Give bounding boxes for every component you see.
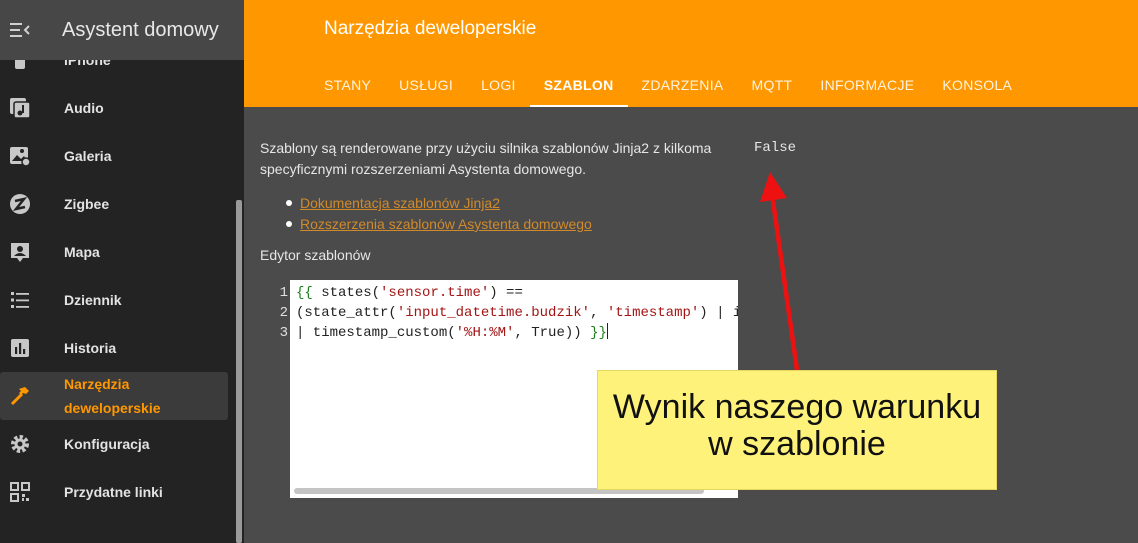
sidebar-header: Asystent domowy xyxy=(0,0,244,60)
jinja2-docs-link[interactable]: Dokumentacja szablonów Jinja2 xyxy=(300,195,500,211)
zigbee-icon xyxy=(0,180,40,228)
app-title: Asystent domowy xyxy=(62,18,219,41)
tab-konsola[interactable]: KONSOLA xyxy=(928,62,1026,107)
tab-stany[interactable]: STANY xyxy=(310,62,385,107)
sidebar-item-historia[interactable]: Historia xyxy=(0,324,236,372)
image-album-icon xyxy=(0,132,40,180)
tab-logi[interactable]: LOGI xyxy=(467,62,530,107)
sidebar: iPhone Audio Galeria Zigbee Mapa Dzienni… xyxy=(0,0,244,543)
sidebar-item-audio[interactable]: Audio xyxy=(0,84,236,132)
sidebar-scrollbar[interactable] xyxy=(236,200,242,543)
sidebar-item-zigbee[interactable]: Zigbee xyxy=(0,180,236,228)
ha-extensions-link[interactable]: Rozszerzenia szablonów Asystenta domoweg… xyxy=(300,216,592,232)
sidebar-item-label: Historia xyxy=(64,340,117,356)
docs-links: Dokumentacja szablonów Jinja2 Rozszerzen… xyxy=(286,193,592,235)
menu-collapse-icon[interactable] xyxy=(0,0,40,60)
sidebar-item-label: Narzędzia deweloperskie xyxy=(64,376,161,416)
music-note-icon xyxy=(0,84,40,132)
tab-szablon[interactable]: SZABLON xyxy=(529,62,628,107)
qrcode-icon xyxy=(0,468,40,516)
line-number: 3 xyxy=(279,325,288,341)
template-code[interactable]: {{ states('sensor.time') == (state_attr(… xyxy=(296,283,738,343)
top-bar: Narzędzia deweloperskie STANY USŁUGI LOG… xyxy=(244,0,1138,107)
tab-informacje[interactable]: INFORMACJE xyxy=(806,62,928,107)
sidebar-item-konfiguracja[interactable]: Konfiguracja xyxy=(0,420,236,468)
sidebar-item-label: Dziennik xyxy=(64,292,122,308)
sidebar-item-narzedzia-deweloperskie[interactable]: Narzędzia deweloperskie xyxy=(0,372,228,420)
sidebar-item-label: Konfiguracja xyxy=(64,436,150,452)
list-item: Rozszerzenia szablonów Asystenta domoweg… xyxy=(286,214,592,235)
sidebar-item-label: Zigbee xyxy=(64,196,110,212)
sidebar-item-label: Audio xyxy=(64,100,104,116)
hammer-icon xyxy=(0,372,40,420)
tab-bar: STANY USŁUGI LOGI SZABLON ZDARZENIA MQTT… xyxy=(310,62,1026,107)
sidebar-item-label: Mapa xyxy=(64,244,100,260)
tab-zdarzenia[interactable]: ZDARZENIA xyxy=(628,62,738,107)
line-numbers: 1 2 3 xyxy=(266,283,288,343)
sidebar-item-przydatne-linki[interactable]: Przydatne linki xyxy=(0,468,236,516)
line-number: 1 xyxy=(279,285,288,301)
sidebar-item-label: Przydatne linki xyxy=(64,484,163,500)
page-title: Narzędzia deweloperskie xyxy=(324,18,537,39)
template-result: False xyxy=(754,140,797,156)
sidebar-item-mapa[interactable]: Mapa xyxy=(0,228,236,276)
list-item: Dokumentacja szablonów Jinja2 xyxy=(286,193,592,214)
gear-icon xyxy=(0,420,40,468)
sidebar-list: iPhone Audio Galeria Zigbee Mapa Dzienni… xyxy=(0,36,236,516)
editor-label: Edytor szablonów xyxy=(260,247,371,263)
account-location-icon xyxy=(0,228,40,276)
sidebar-item-galeria[interactable]: Galeria xyxy=(0,132,236,180)
sidebar-item-label: Galeria xyxy=(64,148,112,164)
chart-box-icon xyxy=(0,324,40,372)
tab-mqtt[interactable]: MQTT xyxy=(738,62,807,107)
line-number: 2 xyxy=(279,305,288,321)
sidebar-item-dziennik[interactable]: Dziennik xyxy=(0,276,236,324)
template-description: Szablony są renderowane przy użyciu siln… xyxy=(260,140,712,177)
list-icon xyxy=(0,276,40,324)
annotation-note: Wynik naszego warunku w szablonie xyxy=(597,370,997,490)
tab-uslugi[interactable]: USŁUGI xyxy=(385,62,467,107)
